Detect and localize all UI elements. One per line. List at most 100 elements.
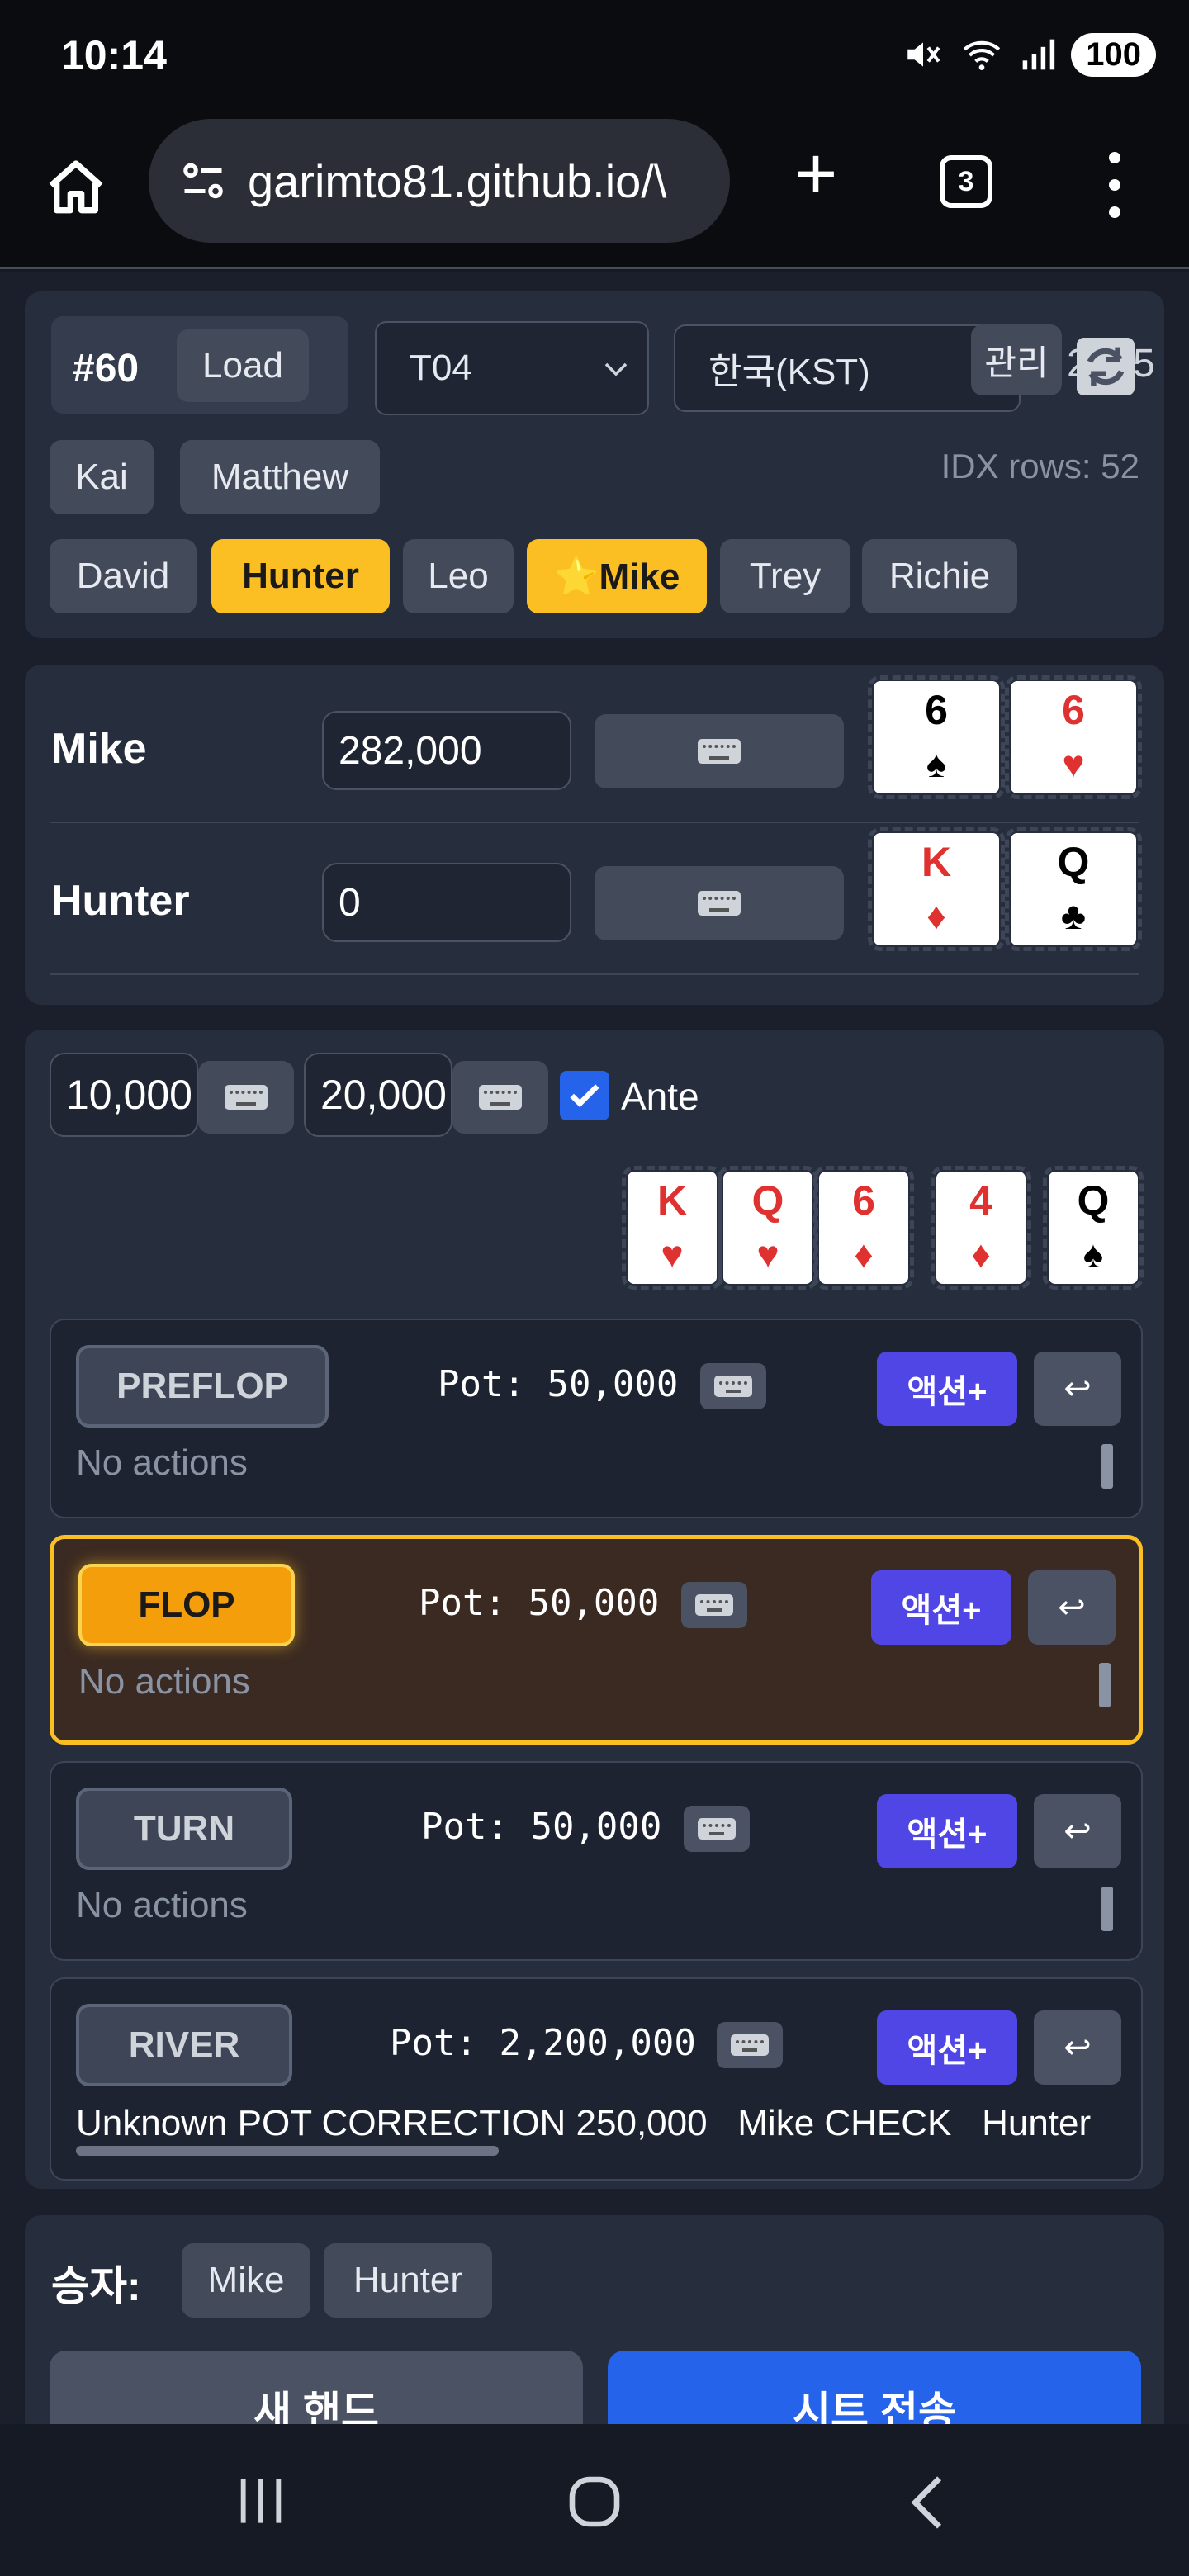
tab-switcher-button[interactable]: 3 (940, 155, 992, 208)
system-nav-bar (0, 2424, 1189, 2576)
player-chip-mike[interactable]: ⭐Mike (527, 539, 707, 613)
pot-amount: Pot: 50,000 (421, 1806, 662, 1848)
actions-scrollbar[interactable] (76, 2146, 499, 2156)
player-chip-matthew[interactable]: Matthew (180, 440, 380, 514)
seat-name: Mike (51, 725, 147, 773)
card-suit: ♥ (1062, 742, 1085, 785)
table-select[interactable]: T04 (375, 321, 649, 415)
player-chip-david[interactable]: David (50, 539, 197, 613)
board-card[interactable]: Q ♠ (1043, 1166, 1144, 1290)
seat-divider (50, 973, 1139, 975)
street-button-preflop[interactable]: PREFLOP (76, 1345, 329, 1428)
card-suit: ♥ (661, 1233, 684, 1276)
undo-button[interactable]: ↩ (1034, 2010, 1121, 2085)
card-suit: ♦ (971, 1233, 991, 1276)
add-action-button[interactable]: 액션+ (877, 2010, 1017, 2085)
winner-panel: 승자: Mike Hunter 새 핸드 시트 전송 (25, 2215, 1164, 2424)
ante-label: Ante (621, 1075, 699, 1118)
undo-button[interactable]: ↩ (1034, 1352, 1121, 1426)
refresh-icon[interactable] (1077, 338, 1135, 395)
home-nav-icon[interactable] (565, 2472, 624, 2531)
status-time: 10:14 (61, 32, 167, 78)
board-card[interactable]: 4 ♦ (931, 1166, 1031, 1290)
pot-amount: Pot: 50,000 (438, 1363, 679, 1405)
chevron-down-icon (604, 362, 628, 376)
status-icons: 100 (902, 30, 1156, 79)
home-button[interactable] (36, 149, 116, 228)
small-blind-keypad-button[interactable] (198, 1061, 294, 1134)
keyboard-icon (225, 1085, 268, 1110)
board-card[interactable]: Q ♥ (718, 1166, 818, 1290)
add-action-button[interactable]: 액션+ (877, 1352, 1017, 1426)
timezone-select[interactable]: 한국(KST) (674, 324, 1021, 412)
actions-scrollbar[interactable] (1101, 1887, 1113, 1931)
stack-input[interactable]: 282,000 (322, 711, 571, 790)
winner-option-mike[interactable]: Mike (182, 2243, 310, 2318)
pot-keypad-button[interactable] (684, 1806, 750, 1852)
pot-keypad-button[interactable] (681, 1582, 747, 1628)
card-rank: Q (1077, 1177, 1110, 1224)
browser-menu-button[interactable] (1098, 152, 1131, 218)
battery-indicator: 100 (1071, 32, 1156, 77)
home-icon (49, 160, 103, 214)
keyboard-icon (698, 891, 741, 916)
back-icon[interactable] (907, 2474, 948, 2531)
street-button-turn[interactable]: TURN (76, 1788, 292, 1870)
pot-keypad-button[interactable] (717, 2022, 783, 2068)
ante-checkbox[interactable] (560, 1071, 609, 1120)
recent-apps-icon[interactable] (234, 2472, 287, 2530)
board-card[interactable]: 6 ♦ (813, 1166, 914, 1290)
stack-keypad-button[interactable] (594, 714, 844, 788)
street-button-river[interactable]: RIVER (76, 2004, 292, 2086)
player-chip-leo[interactable]: Leo (403, 539, 514, 613)
actions-scrollbar[interactable] (1099, 1663, 1111, 1707)
browser-toolbar: garimto81.github.io/\ + 3 (0, 116, 1189, 269)
player-chip-trey[interactable]: Trey (720, 539, 850, 613)
card-rank: 6 (1062, 687, 1085, 733)
player-chip-hunter[interactable]: Hunter (211, 539, 390, 613)
submit-sheet-button[interactable]: 시트 전송 (608, 2351, 1141, 2424)
url-text: garimto81.github.io/\ (248, 154, 667, 207)
address-bar[interactable]: garimto81.github.io/\ (149, 119, 730, 243)
card-rank: 6 (852, 1177, 875, 1224)
mute-icon (907, 42, 940, 67)
card-rank: Q (751, 1177, 784, 1224)
app-content: #60 Load T04 한국(KST) 관리 2 4:5 Kai Matthe… (0, 272, 1189, 2424)
board-card[interactable]: K ♥ (622, 1166, 722, 1290)
add-action-button[interactable]: 액션+ (877, 1794, 1017, 1868)
keyboard-icon (479, 1085, 522, 1110)
checkmark-icon (570, 1084, 599, 1108)
keyboard-icon (698, 1818, 736, 1840)
new-tab-button[interactable]: + (783, 137, 849, 211)
pot-keypad-button[interactable] (700, 1363, 766, 1409)
player-chip-kai[interactable]: Kai (50, 440, 154, 514)
winner-option-hunter[interactable]: Hunter (324, 2243, 492, 2318)
winner-label: 승자: (51, 2263, 141, 2309)
signal-icon (1022, 39, 1055, 70)
undo-button[interactable]: ↩ (1034, 1794, 1121, 1868)
add-action-button[interactable]: 액션+ (871, 1570, 1011, 1645)
card-suit: ♣ (1060, 894, 1087, 937)
big-blind-input[interactable]: 20,000 (304, 1053, 452, 1137)
hole-card[interactable]: K ♦ (868, 827, 1005, 951)
wifi-icon (964, 40, 1001, 70)
hole-card[interactable]: 6 ♠ (868, 675, 1005, 799)
hole-card[interactable]: Q ♣ (1005, 827, 1142, 951)
card-suit: ♦ (926, 894, 946, 937)
player-chip-richie[interactable]: Richie (862, 539, 1017, 613)
hole-card[interactable]: 6 ♥ (1005, 675, 1142, 799)
pot-amount: Pot: 50,000 (419, 1582, 660, 1624)
new-hand-button[interactable]: 새 핸드 (50, 2351, 583, 2424)
street-button-flop[interactable]: FLOP (78, 1564, 295, 1646)
admin-button[interactable]: 관리 (971, 324, 1062, 395)
stack-input[interactable]: 0 (322, 863, 571, 942)
seats-panel: Mike 282,000 6 ♠ 6 ♥ Hunter 0 K ♦ Q ♣ (25, 665, 1164, 1005)
actions-scrollbar[interactable] (1101, 1444, 1113, 1489)
big-blind-keypad-button[interactable] (452, 1061, 548, 1134)
load-button[interactable]: Load (177, 329, 309, 402)
card-rank: 6 (925, 687, 948, 733)
undo-button[interactable]: ↩ (1028, 1570, 1116, 1645)
stack-keypad-button[interactable] (594, 866, 844, 940)
small-blind-input[interactable]: 10,000 (50, 1053, 198, 1137)
status-bar: 10:14 100 (0, 0, 1189, 116)
